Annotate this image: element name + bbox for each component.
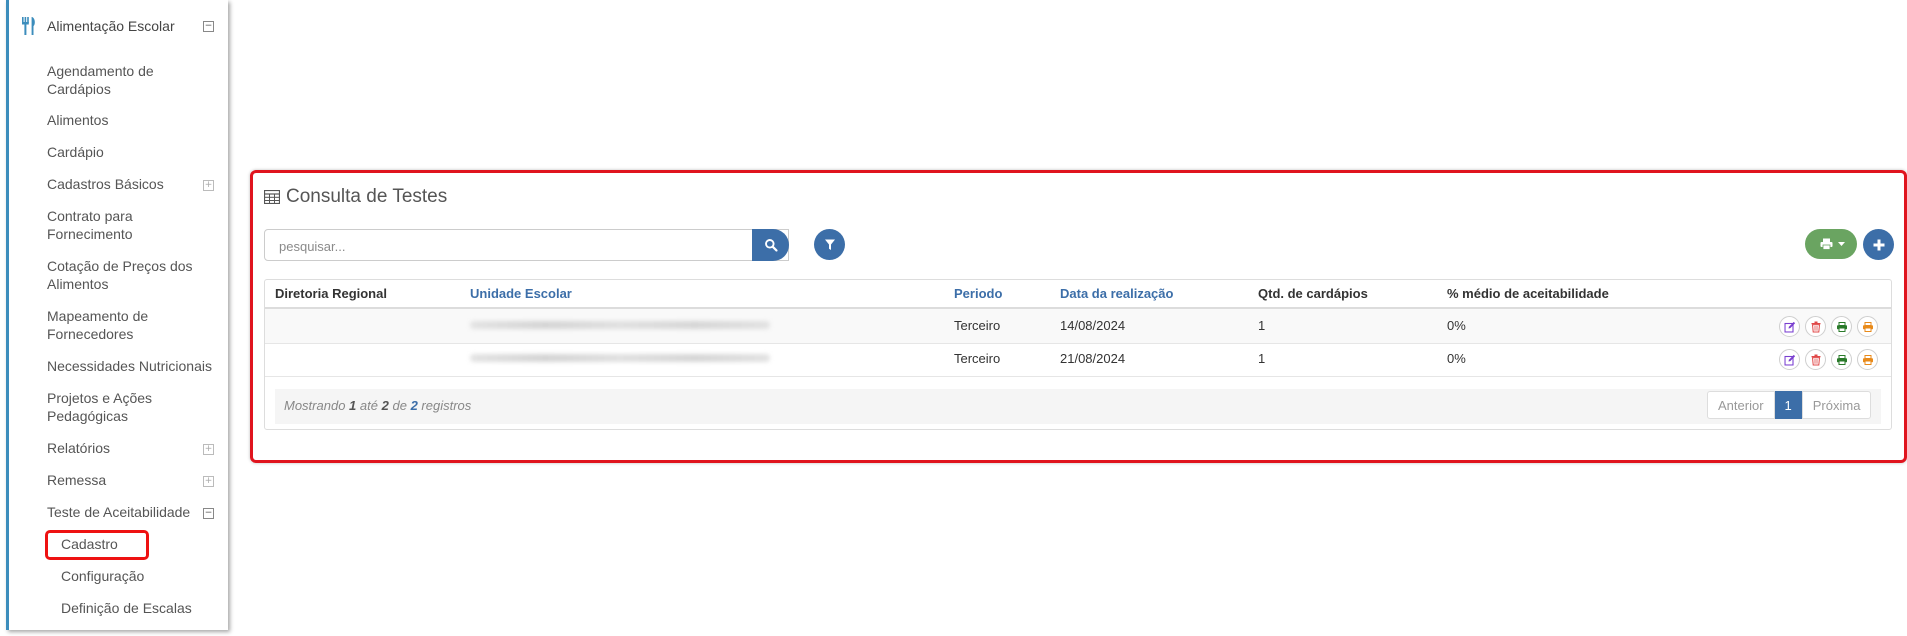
print-alt-button[interactable] (1857, 316, 1878, 337)
search-input[interactable] (277, 231, 761, 261)
column-header-media-aceitabilidade[interactable]: % médio de aceitabilidade (1447, 286, 1609, 301)
column-header-periodo[interactable]: Periodo (954, 286, 1002, 301)
cell-qtd: 1 (1258, 351, 1266, 366)
table-icon (264, 190, 280, 204)
sidebar-subitem-configuracao[interactable]: Configuração (61, 567, 144, 585)
sidebar-item-relatorios[interactable]: Relatórios (47, 439, 197, 457)
cell-periodo: Terceiro (954, 318, 1001, 333)
fork-knife-icon (22, 17, 35, 35)
collapse-icon[interactable]: − (203, 21, 214, 32)
expand-icon[interactable]: + (203, 444, 214, 455)
add-button[interactable] (1863, 229, 1894, 260)
filter-icon (824, 239, 835, 250)
print-icon (1862, 321, 1873, 332)
sidebar-header-alimentacao-escolar[interactable]: Alimentação Escolar (9, 14, 228, 40)
records-info-suffix: registros (421, 398, 472, 413)
print-button[interactable] (1831, 316, 1852, 337)
row-divider (265, 376, 1891, 377)
cell-data: 14/08/2024 (1060, 318, 1126, 333)
edit-icon (1784, 321, 1795, 332)
print-dropdown-button[interactable] (1805, 229, 1857, 259)
cell-unidade-escolar-redacted (470, 354, 770, 362)
filter-button[interactable] (814, 229, 845, 260)
row-divider (265, 343, 1891, 344)
column-header-qtd-cardapios[interactable]: Qtd. de cardápios (1258, 286, 1368, 301)
page-title-text: Consulta de Testes (286, 186, 448, 207)
chevron-down-icon (1838, 242, 1845, 246)
sidebar: Alimentação Escolar − Agendamento de Car… (6, 0, 228, 630)
records-info: Mostrando 1 até 2 de 2 registros (284, 398, 471, 413)
table-footer (275, 389, 1881, 424)
print-button[interactable] (1831, 349, 1852, 370)
cell-periodo: Terceiro (954, 351, 1001, 366)
sidebar-item-alimentos[interactable]: Alimentos (47, 111, 197, 129)
sidebar-item-mapeamento-de-fornecedores[interactable]: Mapeamento de Fornecedores (47, 307, 197, 343)
sidebar-item-cotacao-de-precos[interactable]: Cotação de Preços dos Alimentos (47, 257, 197, 293)
trash-icon (1811, 321, 1820, 332)
print-icon (1862, 354, 1873, 365)
sidebar-item-cardapio[interactable]: Cardápio (47, 143, 197, 161)
sidebar-item-cadastros-basicos[interactable]: Cadastros Básicos (47, 175, 197, 193)
search-button[interactable] (752, 229, 789, 261)
pagination-page-1[interactable]: 1 (1774, 391, 1802, 419)
column-header-data-da-realizacao[interactable]: Data da realização (1060, 286, 1173, 301)
cell-media: 0% (1447, 351, 1466, 366)
cell-data: 21/08/2024 (1060, 351, 1126, 366)
records-to: 2 (381, 398, 389, 413)
sidebar-header-label: Alimentação Escolar (47, 18, 175, 34)
edit-button[interactable] (1779, 316, 1800, 337)
cell-media: 0% (1447, 318, 1466, 333)
pagination-next[interactable]: Próxima (1801, 391, 1872, 419)
print-icon (1836, 321, 1847, 332)
cell-qtd: 1 (1258, 318, 1266, 333)
sidebar-item-projetos-e-acoes-pedagogicas[interactable]: Projetos e Ações Pedagógicas (47, 389, 197, 425)
page-title: Consulta de Testes (264, 186, 447, 208)
records-info-ate: até (359, 398, 378, 413)
records-info-prefix: Mostrando (284, 398, 346, 413)
edit-icon (1784, 354, 1795, 365)
sidebar-subitem-cadastro[interactable]: Cadastro (61, 535, 118, 553)
cell-unidade-escolar-redacted (470, 321, 770, 329)
sidebar-item-teste-de-aceitabilidade[interactable]: Teste de Aceitabilidade (47, 503, 207, 521)
column-header-unidade-escolar[interactable]: Unidade Escolar (470, 286, 572, 301)
print-icon (1820, 238, 1833, 250)
print-icon (1836, 354, 1847, 365)
delete-button[interactable] (1805, 349, 1826, 370)
sidebar-item-contrato-para-fornecimento[interactable]: Contrato para Fornecimento (47, 207, 197, 243)
delete-button[interactable] (1805, 316, 1826, 337)
sidebar-item-remessa[interactable]: Remessa (47, 471, 197, 489)
pagination: Anterior 1 Próxima (1707, 391, 1872, 419)
search-icon (764, 239, 777, 252)
expand-icon[interactable]: + (203, 180, 214, 191)
sidebar-item-agendamento-de-cardapios[interactable]: Agendamento de Cardápios (47, 62, 197, 98)
sidebar-item-necessidades-nutricionais[interactable]: Necessidades Nutricionais (47, 357, 217, 375)
records-info-de: de (392, 398, 407, 413)
pagination-previous[interactable]: Anterior (1707, 391, 1775, 419)
search-box (264, 229, 789, 261)
column-header-diretoria-regional[interactable]: Diretoria Regional (275, 286, 387, 301)
plus-icon (1873, 239, 1884, 250)
print-alt-button[interactable] (1857, 349, 1878, 370)
records-from: 1 (349, 398, 357, 413)
records-total: 2 (410, 398, 418, 413)
expand-icon[interactable]: + (203, 476, 214, 487)
collapse-icon[interactable]: − (203, 508, 214, 519)
edit-button[interactable] (1779, 349, 1800, 370)
trash-icon (1811, 354, 1820, 365)
sidebar-subitem-definicao-de-escalas[interactable]: Definição de Escalas (61, 599, 192, 617)
